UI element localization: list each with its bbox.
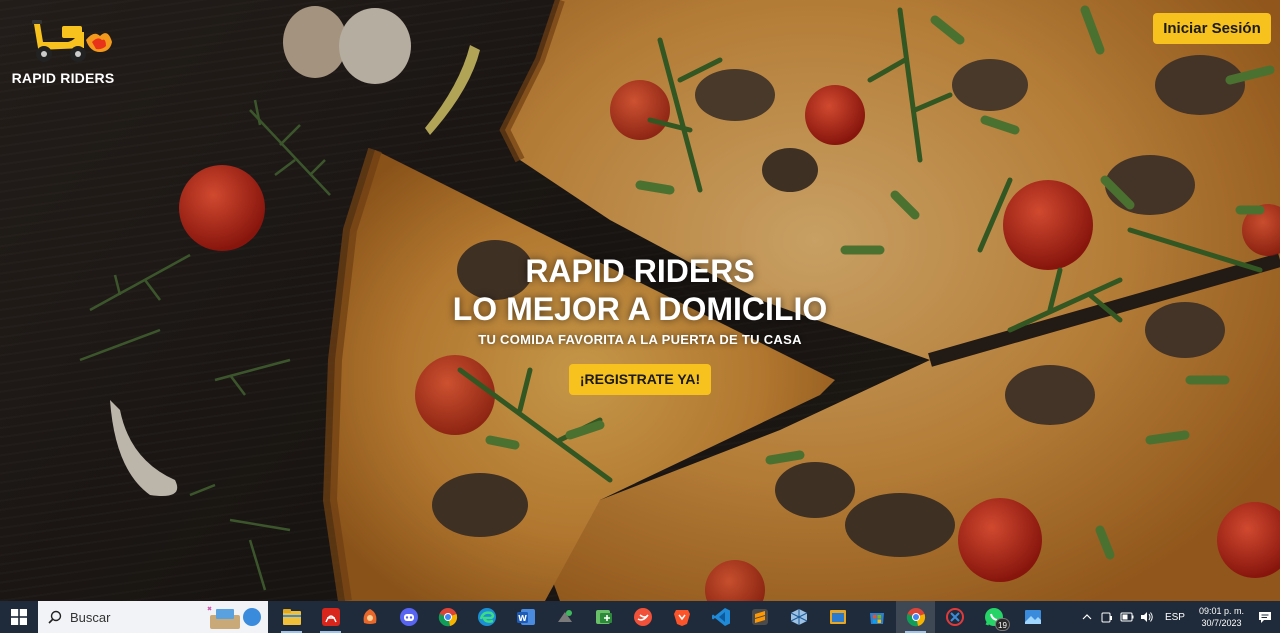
snipping-app-icon[interactable] <box>935 601 974 633</box>
language-indicator[interactable]: ESP <box>1165 612 1185 623</box>
search-placeholder: Buscar <box>70 609 111 625</box>
hero-subtitle: TU COMIDA FAVORITA A LA PUERTA DE TU CAS… <box>478 332 802 347</box>
hero-title-line-1: RAPID RIDERS <box>525 253 755 289</box>
vscode-icon[interactable] <box>701 601 740 633</box>
notifications-icon[interactable] <box>1250 601 1280 633</box>
battery-icon[interactable] <box>1118 601 1136 633</box>
clock-date: 30/7/2023 <box>1201 618 1242 628</box>
start-button[interactable] <box>0 601 38 633</box>
discord-icon[interactable] <box>389 601 428 633</box>
login-button[interactable]: Iniciar Sesión <box>1153 13 1271 44</box>
acrobat-reader-icon[interactable] <box>311 601 350 633</box>
taskbar-apps: W 19 <box>272 601 1052 633</box>
hero-content: RAPID RIDERS LO MEJOR A DOMICILIO TU COM… <box>340 252 940 395</box>
excel-add-icon[interactable] <box>584 601 623 633</box>
chrome-active-icon[interactable] <box>896 601 935 633</box>
hero-section: RAPID RIDERS Iniciar Sesión RAPID RIDERS… <box>0 0 1280 601</box>
whatsapp-icon[interactable]: 19 <box>974 601 1013 633</box>
sublime-icon[interactable] <box>740 601 779 633</box>
device-icon[interactable] <box>1098 601 1116 633</box>
clock[interactable]: 09:01 p. m. 30/7/2023 <box>1199 605 1244 629</box>
chrome-icon[interactable] <box>428 601 467 633</box>
swift-icon[interactable] <box>623 601 662 633</box>
hero-title-line-2: LO MEJOR A DOMICILIO <box>452 291 828 327</box>
word-icon[interactable]: W <box>506 601 545 633</box>
taskbar-search[interactable]: Buscar <box>38 601 268 633</box>
clock-time: 09:01 p. m. <box>1198 606 1244 616</box>
svg-text:W: W <box>518 614 527 623</box>
windows-logo-icon <box>11 609 27 625</box>
edge-icon[interactable] <box>467 601 506 633</box>
photos-icon[interactable] <box>1013 601 1052 633</box>
chevron-up-icon[interactable] <box>1078 601 1096 633</box>
file-explorer-icon[interactable] <box>272 601 311 633</box>
store-icon[interactable] <box>857 601 896 633</box>
brand-logo[interactable]: RAPID RIDERS <box>8 12 118 88</box>
brave-icon[interactable] <box>662 601 701 633</box>
search-highlight-art-icon <box>207 606 261 629</box>
brand-name: RAPID RIDERS <box>11 70 115 86</box>
windows-taskbar: Buscar W 19 ESP 09:01 p. m. 30/7/2023 <box>0 601 1280 633</box>
whatsapp-unread-badge: 19 <box>995 618 1010 631</box>
scooter-logo-icon <box>32 20 112 62</box>
system-tray: ESP 09:01 p. m. 30/7/2023 <box>1077 601 1280 633</box>
window-tool-icon[interactable] <box>818 601 857 633</box>
volume-icon[interactable] <box>1138 601 1156 633</box>
snipping-tool-icon[interactable] <box>545 601 584 633</box>
virtualbox-icon[interactable] <box>779 601 818 633</box>
register-button[interactable]: ¡REGISTRATE YA! <box>568 364 712 395</box>
search-icon <box>48 610 62 624</box>
phoenix-browser-icon[interactable] <box>350 601 389 633</box>
